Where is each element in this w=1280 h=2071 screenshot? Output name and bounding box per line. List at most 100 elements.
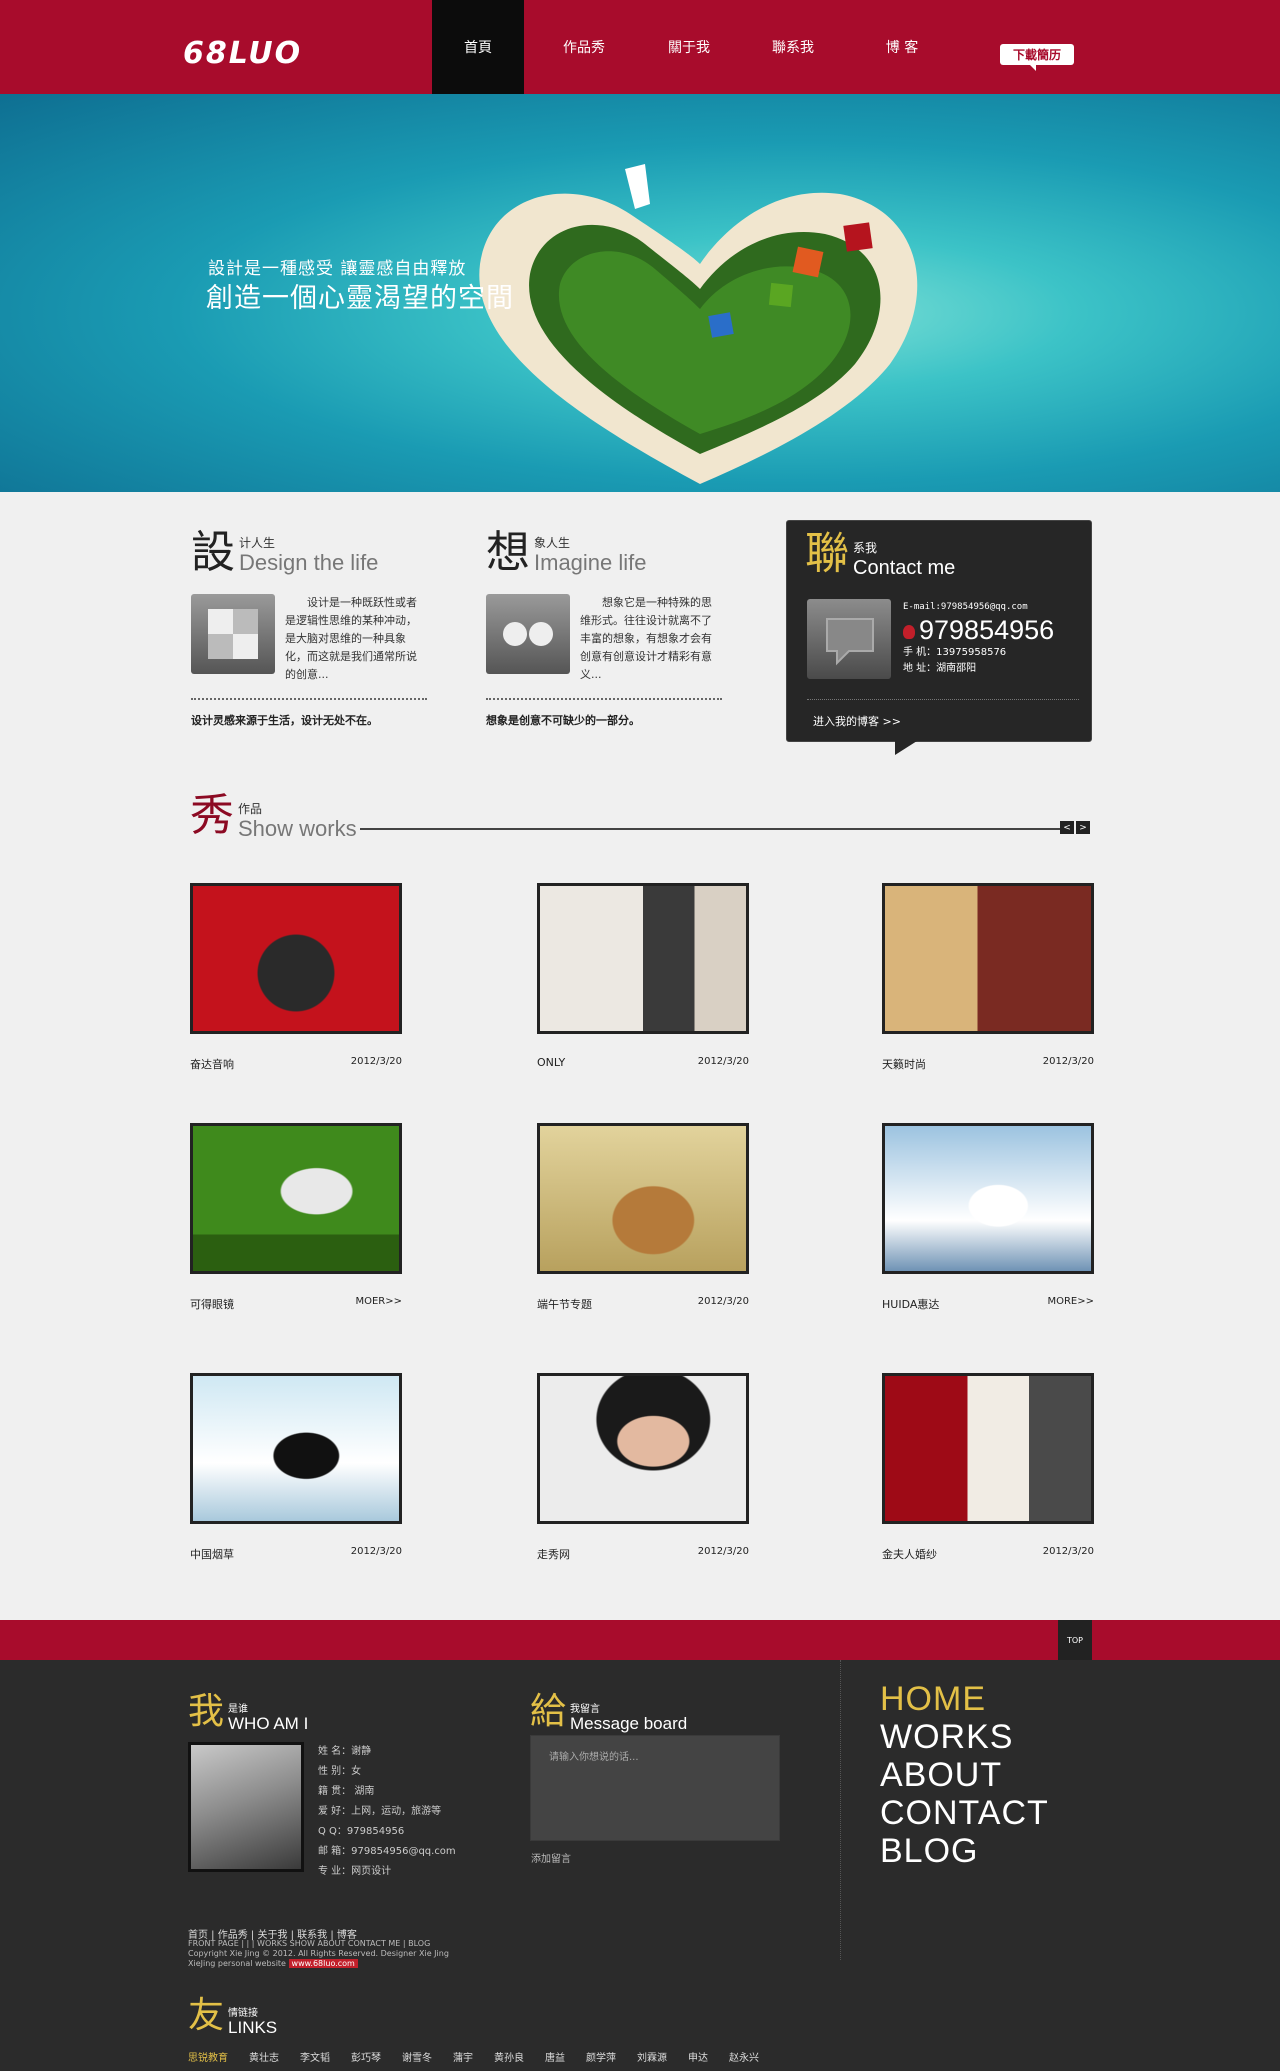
divider — [840, 1660, 841, 1960]
next-arrow-icon[interactable]: > — [1076, 821, 1090, 834]
qq-number: 979854956 — [919, 615, 1055, 645]
friend-link[interactable]: 思锐教育 — [188, 2049, 228, 2064]
chat-bubble-icon — [807, 599, 891, 679]
design-life-block: 設 计人生 Design the life 设计是一种既跃性或者是逻辑性思维的某… — [191, 528, 427, 728]
work-more-link[interactable]: MOER>> — [355, 1296, 402, 1312]
section-char: 友 — [188, 1995, 225, 2036]
work-title[interactable]: 天籁时尚 — [882, 1056, 926, 1072]
message-input[interactable]: 请输入你想说的话... — [530, 1735, 780, 1841]
friend-link[interactable]: 刘霖源 — [637, 2049, 667, 2064]
work-thumbnail[interactable] — [882, 883, 1094, 1034]
imagine-life-block: 想 象人生 Imagine life 想象它是一种特殊的思维形式。往往设计就离不… — [486, 528, 722, 728]
work-item[interactable]: 天籁时尚 2012/3/20 — [882, 883, 1094, 1072]
friend-link[interactable]: 黄孙良 — [494, 2049, 524, 2064]
section-title: 象人生 Imagine life — [534, 528, 722, 575]
footer-nav-about[interactable]: ABOUT — [880, 1756, 1049, 1794]
work-date: 2012/3/20 — [350, 1546, 402, 1557]
download-resume-button[interactable]: 下載簡历 — [1000, 44, 1074, 71]
friend-link[interactable]: 唐益 — [545, 2049, 565, 2064]
work-thumbnail[interactable] — [882, 1123, 1094, 1274]
nav-contact[interactable]: 聯系我 — [734, 0, 852, 94]
work-item[interactable]: 走秀网 2012/3/20 — [537, 1373, 749, 1562]
divider — [486, 698, 722, 700]
add-message-button[interactable]: 添加留言 — [531, 1850, 571, 1865]
show-works-header: 秀 作品 Show works < > — [190, 792, 1092, 842]
work-title[interactable]: 金夫人婚纱 — [882, 1546, 937, 1562]
section-title-en: Contact me — [853, 557, 956, 579]
section-title-en: LINKS — [228, 2018, 278, 2037]
qq-icon — [903, 624, 915, 639]
section-title-cn: 我留言 — [570, 1704, 601, 1715]
nav-about[interactable]: 關于我 — [644, 0, 734, 94]
divider — [807, 699, 1079, 700]
footer-nav-works[interactable]: WORKS — [880, 1718, 1049, 1756]
work-thumbnail[interactable] — [537, 883, 749, 1034]
intro-body: 想象它是一种特殊的思维形式。往往设计就离不了丰富的想象，有想象才会有创意有创意设… — [486, 578, 722, 684]
work-item[interactable]: ONLY 2012/3/20 — [537, 883, 749, 1069]
work-item[interactable]: 端午节专题 2012/3/20 — [537, 1123, 749, 1312]
intro-foot: 设计灵感来源于生活，设计无处不在。 — [191, 714, 378, 727]
section-title-en: Imagine life — [534, 550, 647, 575]
logo[interactable]: 68LUO — [183, 36, 302, 71]
friend-link[interactable]: 赵永兴 — [729, 2049, 759, 2064]
contact-email[interactable]: E-mail:979854956@qq.com — [903, 599, 1054, 615]
work-title[interactable]: 可得眼镜 — [190, 1296, 234, 1312]
nav-works[interactable]: 作品秀 — [524, 0, 644, 94]
heart-island-image — [479, 164, 918, 484]
work-item[interactable]: 奋达音响 2012/3/20 — [190, 883, 402, 1072]
friend-link[interactable]: 申达 — [688, 2049, 708, 2064]
blog-link[interactable]: 进入我的博客 >> — [813, 713, 901, 729]
friend-link[interactable]: 彭巧琴 — [351, 2049, 381, 2064]
work-date: 2012/3/20 — [1042, 1056, 1094, 1067]
prev-arrow-icon[interactable]: < — [1060, 821, 1074, 834]
work-thumbnail[interactable] — [537, 1123, 749, 1274]
work-title[interactable]: 端午节专题 — [537, 1296, 592, 1312]
work-thumbnail[interactable] — [190, 1123, 402, 1274]
who-am-i-title: 我 是谁 WHO AM I — [188, 1692, 308, 1733]
section-title: 系我 Contact me — [853, 521, 1091, 580]
checker-icon — [191, 594, 275, 674]
section-char: 我 — [188, 1691, 225, 1732]
work-more-link[interactable]: MORE>> — [1047, 1296, 1094, 1312]
main-nav: 首頁 作品秀 關于我 聯系我 博 客 — [432, 0, 952, 94]
section-title-cn: 作品 — [238, 802, 263, 816]
section-title-cn: 象人生 — [534, 536, 571, 550]
section-title-en: WHO AM I — [228, 1714, 309, 1733]
work-thumbnail[interactable] — [537, 1373, 749, 1524]
work-item[interactable]: 中国烟草 2012/3/20 — [190, 1373, 402, 1562]
friend-links: 思锐教育 黄壮志 李文韬 彭巧琴 谢雪冬 蒲宇 黄孙良 唐益 颜学萍 刘霖源 申… — [188, 2049, 780, 2064]
friend-link[interactable]: 谢雪冬 — [402, 2049, 432, 2064]
nav-home[interactable]: 首頁 — [432, 0, 524, 94]
site-url[interactable]: www.68luo.com — [288, 1959, 358, 1968]
intro-text: 想象它是一种特殊的思维形式。往往设计就离不了丰富的想象，有想象才会有创意有创意设… — [580, 596, 712, 681]
work-title[interactable]: 奋达音响 — [190, 1056, 234, 1072]
work-thumbnail[interactable] — [882, 1373, 1094, 1524]
work-item[interactable]: 金夫人婚纱 2012/3/20 — [882, 1373, 1094, 1562]
work-title[interactable]: ONLY — [537, 1056, 565, 1069]
friend-link[interactable]: 颜学萍 — [586, 2049, 616, 2064]
footer-nav-contact[interactable]: CONTACT — [880, 1794, 1049, 1832]
intro-text: 设计是一种既跃性或者是逻辑性思维的某种冲动，是大脑对思维的一种具象化，而这就是我… — [285, 596, 417, 681]
section-title-cn: 情链接 — [228, 2008, 259, 2019]
section-char: 想 — [486, 527, 530, 578]
work-title[interactable]: HUIDA惠达 — [882, 1296, 939, 1312]
work-date: 2012/3/20 — [350, 1056, 402, 1067]
friend-link[interactable]: 李文韬 — [300, 2049, 330, 2064]
work-thumbnail[interactable] — [190, 1373, 402, 1524]
work-thumbnail[interactable] — [190, 883, 402, 1034]
footer-nav-home[interactable]: HOME — [880, 1680, 1049, 1718]
section-char: 秀 — [190, 790, 234, 841]
friend-link[interactable]: 蒲宇 — [453, 2049, 473, 2064]
back-to-top-button[interactable]: TOP — [1058, 1620, 1092, 1660]
nav-blog[interactable]: 博 客 — [852, 0, 952, 94]
profile-qq: Q Q：979854956 — [318, 1826, 405, 1837]
work-item[interactable]: 可得眼镜 MOER>> — [190, 1123, 402, 1312]
profile-hobbies: 爱 好：上网，运动，旅游等 — [318, 1806, 442, 1817]
copyright-line: Copyright Xie Jing © 2012. All Rights Re… — [188, 1949, 449, 1958]
friend-link[interactable]: 黄壮志 — [249, 2049, 279, 2064]
work-title[interactable]: 中国烟草 — [190, 1546, 234, 1562]
divider — [191, 698, 427, 700]
work-title[interactable]: 走秀网 — [537, 1546, 570, 1562]
footer-nav-blog[interactable]: BLOG — [880, 1832, 1049, 1870]
work-item[interactable]: HUIDA惠达 MORE>> — [882, 1123, 1094, 1312]
